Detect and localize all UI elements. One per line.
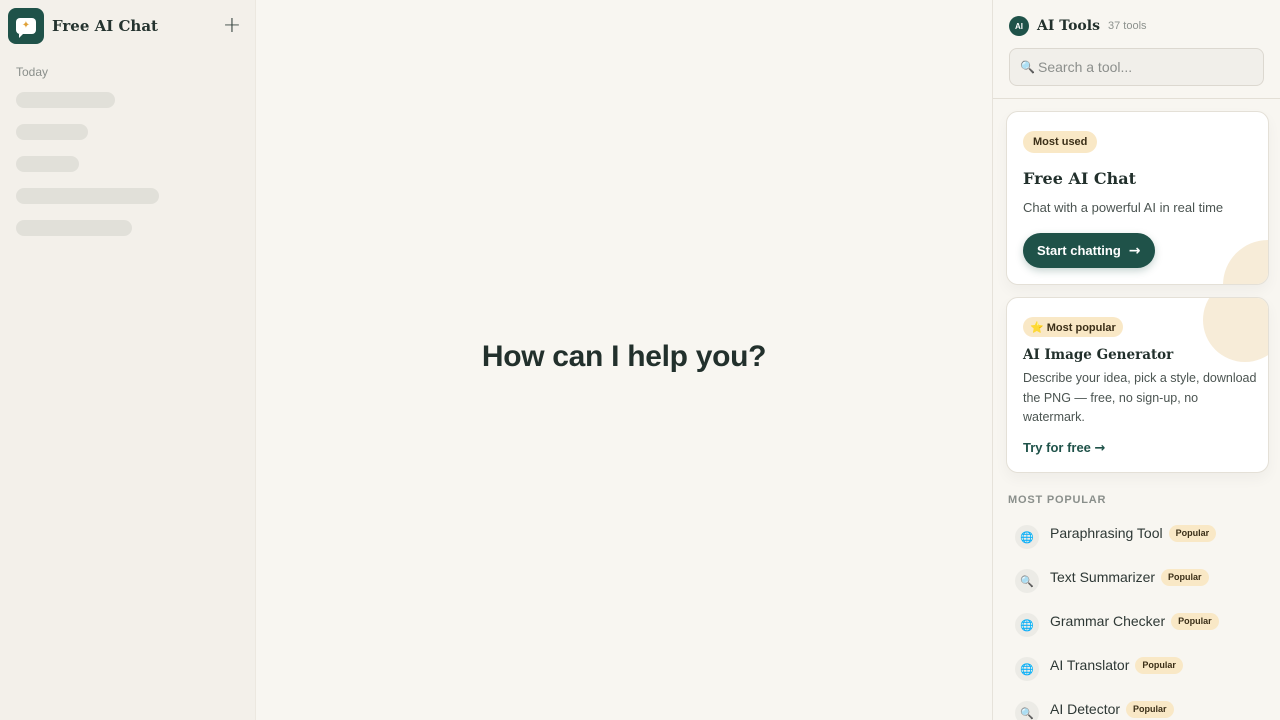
start-chatting-label: Start chatting xyxy=(1037,243,1121,258)
history-item-placeholder xyxy=(16,124,88,140)
tool-name: AI Translator xyxy=(1050,657,1130,673)
tool-item-summarizer[interactable]: 🔍 Text Summarizer Popular xyxy=(1015,561,1265,593)
tool-name: AI Detector xyxy=(1050,701,1121,717)
popular-badge: Popular xyxy=(1171,612,1219,630)
history-item-placeholder xyxy=(16,156,79,172)
ai-badge-icon: AI xyxy=(1009,16,1029,36)
popular-card-description: Describe your idea, pick a style, downlo… xyxy=(1023,371,1257,424)
tool-search[interactable]: 🔍 xyxy=(1009,48,1264,86)
featured-card-description: Chat with a powerful AI in real time xyxy=(1023,200,1224,215)
try-for-free-link[interactable]: Try for free → xyxy=(1023,440,1105,456)
brand-name: Free AI Chat xyxy=(52,17,158,35)
popular-tool-card[interactable]: ⭐ Most popular AI Image Generator Descri… xyxy=(1006,297,1269,473)
sidebar: ✦ Free AI Chat + Today xyxy=(0,0,256,720)
plus-icon[interactable]: + xyxy=(220,14,244,38)
magnifier-icon: 🔍 xyxy=(1015,569,1039,593)
tool-name: Grammar Checker xyxy=(1050,613,1166,629)
popular-badge: Popular xyxy=(1126,700,1174,718)
start-chatting-button[interactable]: Start chatting → xyxy=(1023,233,1155,268)
most-used-badge: Most used xyxy=(1023,131,1098,153)
most-popular-section-label: MOST POPULAR xyxy=(1008,494,1107,506)
try-for-free-label: Try for free xyxy=(1023,440,1091,455)
panel-title: AI Tools xyxy=(1037,18,1100,34)
history-item-placeholder xyxy=(16,188,159,204)
search-input[interactable] xyxy=(1038,59,1248,75)
divider xyxy=(993,98,1280,99)
magnifier-icon: 🔍 xyxy=(1015,701,1039,720)
popular-badge: Popular xyxy=(1161,568,1209,586)
most-popular-badge: ⭐ Most popular xyxy=(1023,317,1123,337)
history-section-label: Today xyxy=(16,65,49,79)
search-icon: 🔍 xyxy=(1020,60,1035,74)
tool-item-translator[interactable]: 🌐 AI Translator Popular xyxy=(1015,649,1265,681)
brand[interactable]: ✦ Free AI Chat xyxy=(8,8,158,44)
arrow-right-icon: → xyxy=(1094,441,1106,456)
tool-item-paraphrasing[interactable]: 🌐 Paraphrasing Tool Popular xyxy=(1015,517,1265,549)
history-item-placeholder xyxy=(16,92,115,108)
arrow-right-icon: → xyxy=(1128,242,1141,259)
popular-badge: Popular xyxy=(1168,524,1217,542)
popular-badge: Popular xyxy=(1135,656,1183,674)
chat-bubble-sparkle-icon: ✦ xyxy=(8,8,44,44)
tool-name: Paraphrasing Tool xyxy=(1050,525,1163,541)
panel-header: AI AI Tools 37 tools xyxy=(1009,16,1147,36)
tool-count: 37 tools xyxy=(1107,20,1147,32)
main-heading: How can I help you? xyxy=(481,340,767,373)
popular-card-title: AI Image Generator xyxy=(1023,347,1174,363)
tool-item-detector[interactable]: 🔍 AI Detector Popular xyxy=(1015,693,1265,720)
decorative-circle xyxy=(1203,298,1268,362)
history-item-placeholder xyxy=(16,220,132,236)
globe-icon: 🌐 xyxy=(1015,657,1039,681)
globe-icon: 🌐 xyxy=(1015,525,1039,549)
featured-tool-card[interactable]: Most used Free AI Chat Chat with a power… xyxy=(1006,111,1269,285)
decorative-circle xyxy=(1223,240,1268,284)
globe-icon: 🌐 xyxy=(1015,613,1039,637)
tool-name: Text Summarizer xyxy=(1050,569,1156,585)
tools-panel: AI AI Tools 37 tools 🔍 Most used Free AI… xyxy=(992,0,1280,720)
featured-card-title: Free AI Chat xyxy=(1023,169,1137,188)
tool-item-grammar[interactable]: 🌐 Grammar Checker Popular xyxy=(1015,605,1265,637)
